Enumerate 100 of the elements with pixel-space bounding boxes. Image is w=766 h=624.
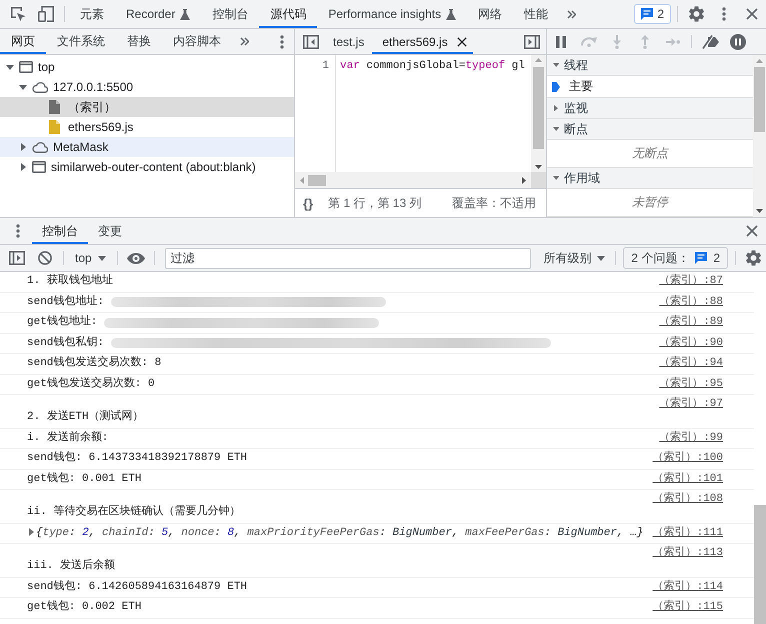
scrollbar-corner <box>531 172 546 188</box>
object-preview: {type: 2, chainId: 5, nonce: 8, maxPriorityFeePerGas: BigNumber, maxFeePerGas: BigNumber, …} <box>36 526 644 540</box>
section-header[interactable]: 线程 <box>547 55 753 76</box>
caret-down-icon <box>98 256 106 260</box>
tree-item[interactable]: （索引） <box>0 97 294 117</box>
caret-down-icon[interactable] <box>552 63 560 67</box>
log-message: 2. 发送ETH（测试网） <box>27 409 144 424</box>
double-chevron-icon[interactable] <box>567 10 576 18</box>
caret-right-icon[interactable] <box>20 143 26 151</box>
source-link[interactable]: （索引）:97 <box>659 398 723 411</box>
source-link[interactable]: （索引）:101 <box>652 472 723 486</box>
empty-message: 未暂停 <box>632 194 668 211</box>
file-tab[interactable]: test.js <box>325 29 372 54</box>
log-message: 1. 获取钱包地址 <box>27 275 113 288</box>
source-link[interactable]: （索引）:94 <box>659 357 723 370</box>
file-tab[interactable]: ethers569.js <box>372 29 473 54</box>
panel-tab[interactable]: Performance insights <box>317 0 468 28</box>
tree-item[interactable]: ethers569.js <box>0 117 294 137</box>
double-chevron-icon[interactable] <box>240 37 249 46</box>
pause-icon[interactable] <box>556 36 566 48</box>
context-dropdown[interactable]: top <box>68 245 113 271</box>
scrollbar-thumb[interactable] <box>308 174 326 186</box>
device-toggle-icon[interactable] <box>38 6 54 22</box>
vertical-scrollbar[interactable] <box>753 55 766 217</box>
pause-circle-icon[interactable] <box>730 34 746 50</box>
issues-button[interactable]: 2 <box>634 4 671 24</box>
navigator-tab[interactable]: 网页 <box>0 29 46 54</box>
source-link[interactable]: （索引）:89 <box>659 316 723 329</box>
window-icon <box>19 61 33 73</box>
caret-down-icon[interactable] <box>756 209 763 213</box>
log-message: send钱包私钥: <box>27 336 106 350</box>
panel-toggle-icon[interactable] <box>303 34 319 48</box>
log-message: i. 发送前余额: <box>27 432 108 444</box>
source-link[interactable]: （索引）:113 <box>652 547 723 560</box>
caret-down-icon[interactable] <box>552 127 560 131</box>
inspect-element-icon[interactable] <box>10 6 26 22</box>
navigator-tab[interactable]: 替换 <box>116 29 162 54</box>
log-message: get钱包: 0.001 ETH <box>27 472 142 486</box>
panel-tab[interactable]: 元素 <box>69 0 115 28</box>
scrollbar-thumb[interactable] <box>533 67 544 149</box>
message-icon <box>641 8 654 20</box>
scrollbar-thumb[interactable] <box>754 67 765 132</box>
source-link[interactable]: （索引）:115 <box>652 601 723 614</box>
more-options-icon[interactable] <box>280 34 284 48</box>
source-link[interactable]: （索引）:99 <box>659 432 723 444</box>
cloud-icon <box>32 82 48 92</box>
log-message: send钱包地址: <box>27 296 106 308</box>
log-message: get钱包地址: <box>27 316 98 329</box>
filter-input[interactable]: 过滤 <box>164 248 532 268</box>
caret-right-icon[interactable] <box>522 176 526 184</box>
panel-tab[interactable]: 控制台 <box>201 0 260 28</box>
line-number: 1 <box>322 60 329 72</box>
issues-button[interactable]: 2 个问题： 2 <box>623 247 728 269</box>
horizontal-scrollbar[interactable] <box>295 172 531 188</box>
tree-item[interactable]: 127.0.0.1:5500 <box>0 77 294 97</box>
source-link[interactable]: （索引）:87 <box>659 275 723 288</box>
close-icon[interactable] <box>456 36 467 46</box>
navigator-tab[interactable]: 文件系统 <box>46 29 116 54</box>
eye-icon[interactable] <box>126 252 145 264</box>
tree-item[interactable]: top <box>0 57 294 77</box>
settings-icon[interactable] <box>688 6 704 22</box>
source-link[interactable]: （索引）:95 <box>659 378 723 390</box>
tree-item[interactable]: similarweb-outer-content (about:blank) <box>0 157 294 177</box>
source-link[interactable]: （索引）:108 <box>652 493 723 506</box>
log-level-dropdown[interactable]: 所有级别 <box>537 245 612 271</box>
panel-tab[interactable]: Recorder <box>115 0 202 28</box>
section-header[interactable]: 作用域 <box>547 168 753 189</box>
source-link[interactable]: （索引）:90 <box>659 336 723 350</box>
section-header[interactable]: 断点 <box>547 119 753 140</box>
message-icon <box>695 252 708 264</box>
format-button[interactable]: {} <box>303 196 314 210</box>
scrollbar-thumb[interactable] <box>754 505 766 624</box>
panel-tab[interactable]: 性能 <box>513 0 560 28</box>
source-link[interactable]: （索引）:114 <box>652 580 723 594</box>
caret-down-icon[interactable] <box>535 165 542 169</box>
log-message: get钱包: 0.002 ETH <box>27 601 142 614</box>
source-link[interactable]: （索引）:88 <box>659 296 723 308</box>
log-message: ii. 等待交易在区块链确认（需要几分钟） <box>27 504 240 519</box>
drawer-tab[interactable]: 变更 <box>88 218 132 244</box>
caret-right-icon[interactable] <box>29 528 34 536</box>
caret-down-icon[interactable] <box>19 84 27 90</box>
vertical-scrollbar[interactable] <box>531 55 546 172</box>
navigator-tab[interactable]: 内容脚本 <box>162 29 232 54</box>
caret-down-icon[interactable] <box>6 64 14 70</box>
section-header[interactable]: 监视 <box>547 98 753 119</box>
source-link[interactable]: （索引）:100 <box>652 452 723 465</box>
caret-right-icon[interactable] <box>554 104 558 112</box>
more-options-icon[interactable] <box>722 7 726 21</box>
caret-right-icon[interactable] <box>20 163 26 171</box>
panel-toggle-icon[interactable] <box>524 34 540 48</box>
window-icon <box>32 161 46 173</box>
breakpoint-slash-icon[interactable] <box>702 34 718 48</box>
settings-icon[interactable] <box>746 250 760 266</box>
clear-console-icon[interactable] <box>38 251 52 265</box>
tree-item[interactable]: MetaMask <box>0 137 294 157</box>
more-options-icon[interactable] <box>16 224 20 238</box>
source-link[interactable]: （索引）:111 <box>652 526 723 540</box>
caret-down-icon[interactable] <box>552 176 560 180</box>
sidebar-toggle-icon[interactable] <box>9 251 25 265</box>
panel-tab[interactable]: 网络 <box>467 0 514 28</box>
